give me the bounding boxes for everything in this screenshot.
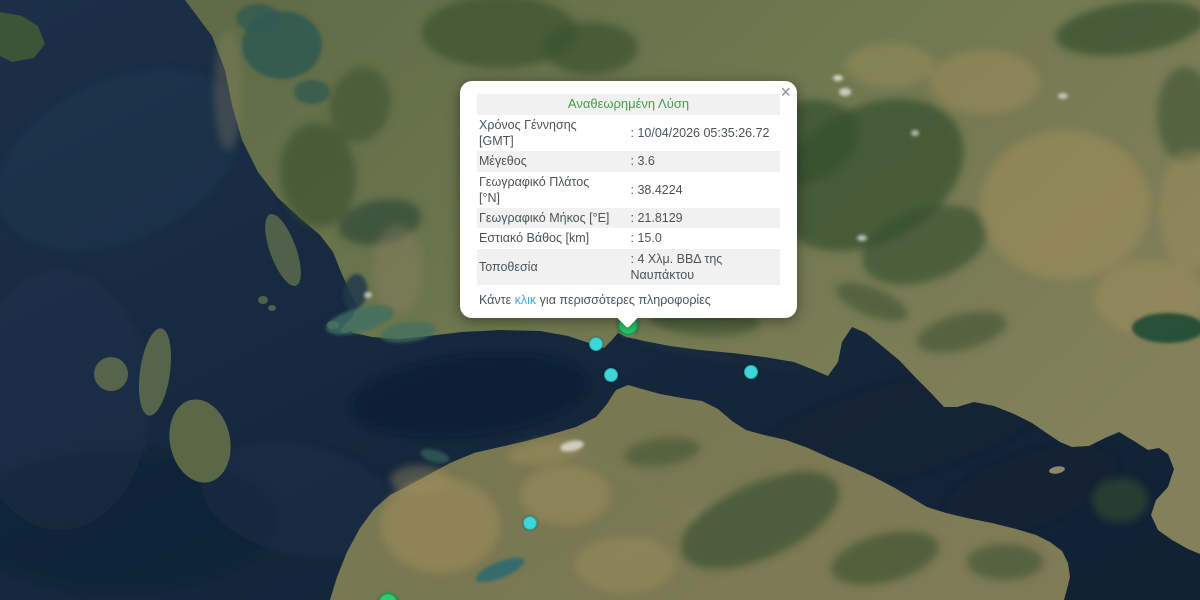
table-row: Γεωγραφικό Μήκος [°E] : 21.8129 (477, 208, 780, 228)
longitude-label: Γεωγραφικό Μήκος [°E] (477, 208, 629, 228)
earthquake-marker[interactable] (604, 368, 618, 382)
popup-close-button[interactable]: × (780, 82, 791, 102)
longitude-value: : 21.8129 (629, 208, 781, 228)
depth-value: : 15.0 (629, 228, 781, 248)
table-row: Μέγεθος : 3.6 (477, 151, 780, 171)
earthquake-marker[interactable] (523, 516, 537, 530)
table-row: Τοποθεσία : 4 Χλμ. ΒΒΔ της Ναυπάκτου (477, 249, 780, 286)
depth-label: Εστιακό Βάθος [km] (477, 228, 629, 248)
satellite-map[interactable]: × Αναθεωρημένη Λύση Χρόνος Γέννησης [GMT… (0, 0, 1200, 600)
event-details-table: Αναθεωρημένη Λύση Χρόνος Γέννησης [GMT] … (477, 94, 780, 285)
table-row: Εστιακό Βάθος [km] : 15.0 (477, 228, 780, 248)
table-row: Γεωγραφικό Πλάτος [°N] : 38.4224 (477, 172, 780, 209)
location-value: : 4 Χλμ. ΒΒΔ της Ναυπάκτου (629, 249, 781, 286)
origin-time-value: : 10/04/2026 05:35:26.72 (629, 115, 781, 152)
earthquake-popup: × Αναθεωρημένη Λύση Χρόνος Γέννησης [GMT… (460, 81, 797, 318)
latitude-value: : 38.4224 (629, 172, 781, 209)
footer-text-prefix: Κάντε (479, 293, 515, 307)
popup-title-row: Αναθεωρημένη Λύση (477, 94, 780, 115)
footer-text-suffix: για περισσότερες πληροφορίες (536, 293, 711, 307)
location-label: Τοποθεσία (477, 249, 629, 286)
earthquake-marker[interactable] (589, 337, 603, 351)
more-info-link[interactable]: κλικ (515, 293, 537, 307)
table-row: Χρόνος Γέννησης [GMT] : 10/04/2026 05:35… (477, 115, 780, 152)
latitude-label: Γεωγραφικό Πλάτος [°N] (477, 172, 629, 209)
magnitude-value: : 3.6 (629, 151, 781, 171)
earthquake-marker-selected[interactable] (378, 593, 399, 600)
earthquake-marker[interactable] (744, 365, 758, 379)
popup-title: Αναθεωρημένη Λύση (477, 94, 780, 115)
magnitude-label: Μέγεθος (477, 151, 629, 171)
origin-time-label: Χρόνος Γέννησης [GMT] (477, 115, 629, 152)
